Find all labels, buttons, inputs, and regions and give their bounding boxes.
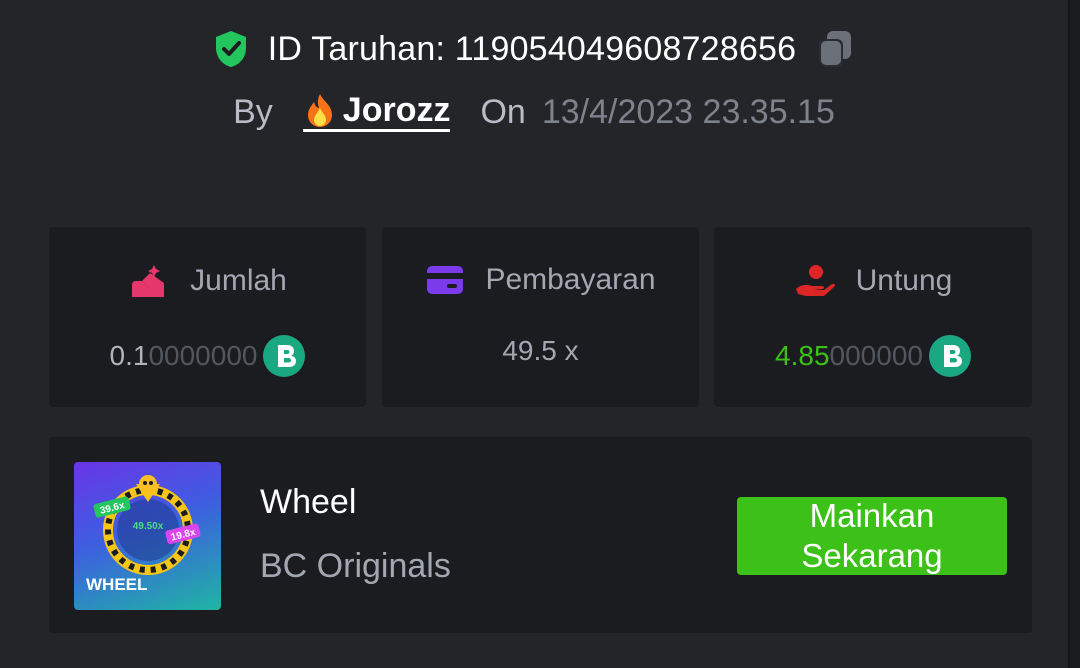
game-card: 39.6x 49.50x 19.8x WHEEL Wheel BC Origin… [49,437,1032,633]
profit-value-trailing: 000000 [829,340,923,371]
thumb-title: WHEEL [86,575,147,594]
fire-icon [307,94,332,127]
scroll-panel-edge [1068,0,1080,668]
user-profile-link[interactable]: Jorozz [302,91,451,132]
payout-card: Pembayaran 49.5 x [382,227,699,407]
bet-id-row: ID Taruhan: 119054049608728656 [0,28,1068,70]
play-now-button[interactable]: Mainkan Sekarang [737,497,1007,575]
bet-datetime: 13/4/2023 23.35.15 [541,92,835,131]
profit-value-main: 4.85 [775,340,830,371]
amount-value-main: 0.1 [109,340,149,371]
payout-value: 49.5 x [502,335,579,366]
amount-value: 0.10000000 [49,335,366,377]
game-thumbnail[interactable]: 39.6x 49.50x 19.8x WHEEL [74,462,221,610]
bet-amount-icon [132,265,165,297]
bet-meta-row: By Jorozz On 13/4/2023 23.35.15 [0,92,1068,132]
copy-icon[interactable] [814,28,856,70]
thumb-badge-2: 49.50x [133,521,164,532]
amount-value-trailing: 0000000 [148,340,258,371]
amount-label: Jumlah [190,264,287,297]
amount-card: Jumlah 0.10000000 [49,227,366,407]
by-label: By [233,92,273,131]
bc-coin-icon [928,335,971,377]
bet-id-text: ID Taruhan: 119054049608728656 [267,29,797,68]
profit-card: Untung 4.85000000 [714,227,1032,407]
profit-value: 4.85000000 [714,335,1032,377]
profit-label: Untung [855,264,953,297]
payout-value-row: 49.5 x [382,335,699,367]
verified-shield-icon [215,31,246,67]
bc-coin-icon [263,335,306,377]
game-title[interactable]: Wheel [260,483,356,522]
username: Jorozz [342,91,451,129]
profit-hand-icon [795,265,835,296]
game-provider: BC Originals [260,547,451,585]
card-icon [427,266,464,294]
payout-label: Pembayaran [485,263,656,296]
on-label: On [480,92,526,131]
